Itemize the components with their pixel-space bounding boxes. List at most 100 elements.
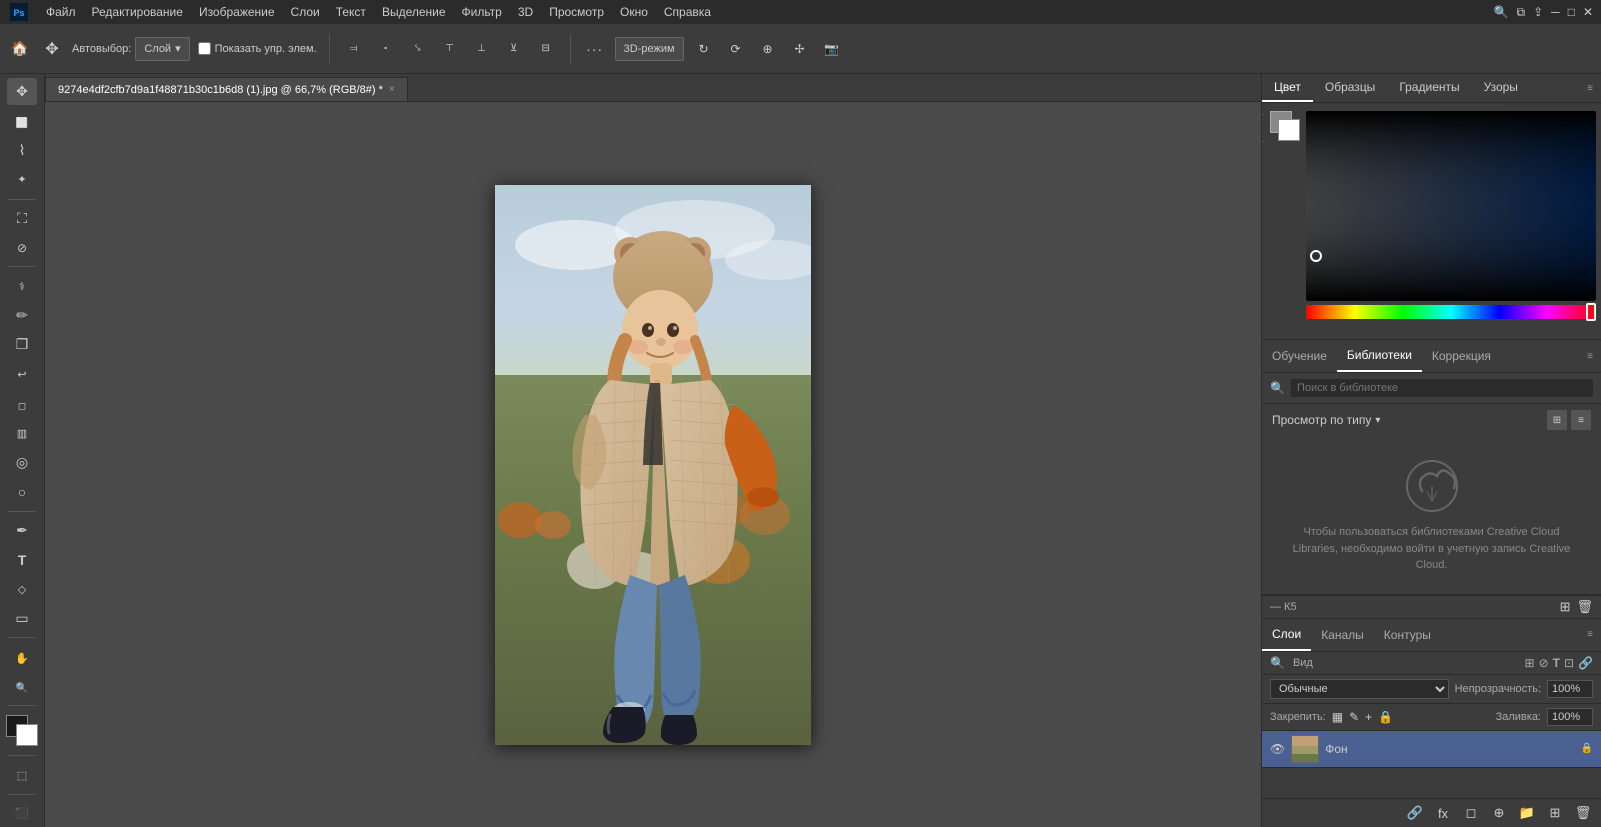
camera-icon[interactable]: 📷: [820, 37, 844, 61]
share-icon[interactable]: ⇪: [1533, 5, 1543, 20]
rotate-icon[interactable]: ↻: [692, 37, 716, 61]
tab-close-btn[interactable]: ×: [389, 84, 395, 95]
color-panel-menu[interactable]: ≡: [1579, 79, 1601, 98]
layer-select-dropdown[interactable]: Слой ▾: [135, 37, 189, 61]
more-options-icon[interactable]: ···: [583, 37, 607, 61]
marquee-tool[interactable]: [7, 107, 37, 134]
arrows-icon[interactable]: ✢: [788, 37, 812, 61]
home-icon[interactable]: 🏠: [8, 37, 32, 61]
lock-all-icon[interactable]: 🔒: [1378, 710, 1393, 724]
list-view-btn[interactable]: ≡: [1571, 410, 1591, 430]
delete-layer-btn[interactable]: 🗑: [1573, 803, 1593, 823]
hue-strip[interactable]: [1306, 305, 1596, 319]
layers-tab[interactable]: Слои: [1262, 619, 1311, 651]
menu-edit[interactable]: Редактирование: [92, 5, 183, 19]
new-group-btn[interactable]: 📁: [1517, 803, 1537, 823]
layers-search-icon[interactable]: 🔍: [1270, 656, 1285, 670]
gradients-tab[interactable]: Градиенты: [1387, 74, 1471, 102]
fill-input[interactable]: [1547, 708, 1593, 726]
menu-3d[interactable]: 3D: [518, 5, 533, 19]
hand-tool[interactable]: [7, 643, 37, 670]
lock-position-icon[interactable]: ✎: [1349, 710, 1359, 724]
healing-brush-tool[interactable]: ⚕: [7, 272, 37, 299]
channels-tab[interactable]: Каналы: [1311, 620, 1374, 650]
link-layers-btn[interactable]: 🔗: [1405, 803, 1425, 823]
text-tool[interactable]: [7, 546, 37, 573]
layer-row-background[interactable]: 👁 Фон 🔒: [1262, 731, 1601, 768]
pen-tool[interactable]: [7, 517, 37, 544]
window-icon[interactable]: ⧉: [1517, 5, 1526, 20]
3d-mode-btn[interactable]: 3D-режим: [615, 37, 684, 61]
search-icon[interactable]: 🔍: [1494, 5, 1509, 20]
new-layer-btn[interactable]: ⊞: [1545, 803, 1565, 823]
delete-layer-icon[interactable]: 🗑: [1576, 599, 1593, 615]
layer-icon-1[interactable]: ⊞: [1525, 656, 1535, 670]
menu-text[interactable]: Текст: [336, 5, 366, 19]
menu-view[interactable]: Просмотр: [549, 5, 604, 19]
document-tab[interactable]: 9274e4df2cfb7d9a1f48871b30c1b6d8 (1).jpg…: [45, 77, 408, 101]
eyedropper-tool[interactable]: ⊘: [7, 234, 37, 261]
layer-icon-4[interactable]: ⊡: [1564, 656, 1574, 670]
screen-mode-icon[interactable]: ⬛: [7, 800, 37, 827]
layer-mode-select[interactable]: Обычные: [1270, 679, 1449, 699]
move-tool[interactable]: [7, 78, 37, 105]
align-center-h-icon[interactable]: ⬝: [374, 37, 398, 61]
history-brush-tool[interactable]: ↩: [7, 361, 37, 388]
crop-tool[interactable]: [7, 205, 37, 232]
menu-window[interactable]: Окно: [620, 5, 648, 19]
color-fg-bg[interactable]: [1270, 111, 1300, 141]
crosshair-icon[interactable]: ⊕: [756, 37, 780, 61]
loop-icon[interactable]: ⟳: [724, 37, 748, 61]
align-left-icon[interactable]: ⫤: [342, 37, 366, 61]
color-swatches[interactable]: [6, 715, 38, 746]
paths-tab[interactable]: Контуры: [1374, 620, 1441, 650]
dodge-tool[interactable]: [7, 478, 37, 505]
corrections-tab[interactable]: Коррекция: [1422, 341, 1501, 371]
patterns-tab[interactable]: Узоры: [1472, 74, 1530, 102]
lib-panel-menu[interactable]: ≡: [1579, 347, 1601, 366]
panel-collapse-btn[interactable]: ◀: [1261, 114, 1264, 142]
align-bottom-icon[interactable]: ⊻: [502, 37, 526, 61]
menu-layers[interactable]: Слои: [291, 5, 320, 19]
gradient-tool[interactable]: ▥: [7, 419, 37, 446]
layer-icon-3[interactable]: T: [1553, 656, 1560, 670]
layer-icon-5[interactable]: 🔗: [1578, 656, 1593, 670]
canvas-viewport[interactable]: [45, 102, 1261, 827]
color-spectrum[interactable]: [1306, 111, 1596, 301]
lock-artboard-icon[interactable]: +: [1365, 710, 1372, 724]
menu-image[interactable]: Изображение: [199, 5, 275, 19]
view-by-type-chevron[interactable]: ▾: [1375, 415, 1380, 426]
spectrum-cursor[interactable]: [1310, 250, 1322, 262]
path-selection-tool[interactable]: ◇: [7, 575, 37, 602]
color-spectrum-area[interactable]: [1306, 111, 1596, 325]
distribute-icon[interactable]: ⊟: [534, 37, 558, 61]
add-style-btn[interactable]: fx: [1433, 803, 1453, 823]
align-right-icon[interactable]: ⤥: [406, 37, 430, 61]
new-adjustment-btn[interactable]: ⊕: [1489, 803, 1509, 823]
libraries-tab[interactable]: Библиотеки: [1337, 340, 1422, 372]
move-tool-icon[interactable]: ✥: [40, 37, 64, 61]
lib-search-input[interactable]: [1291, 379, 1593, 397]
maximize-btn[interactable]: □: [1568, 5, 1575, 20]
menu-help[interactable]: Справка: [664, 5, 711, 19]
shape-tool[interactable]: [7, 605, 37, 632]
eraser-tool[interactable]: [7, 390, 37, 417]
background-color[interactable]: [16, 724, 38, 746]
minimize-btn[interactable]: ─: [1551, 5, 1560, 20]
bg-color-swatch[interactable]: [1278, 119, 1300, 141]
close-btn[interactable]: ✕: [1583, 5, 1593, 20]
grid-view-btn[interactable]: ⊞: [1547, 410, 1567, 430]
new-layer-icon[interactable]: ⊞: [1560, 599, 1571, 615]
magic-wand-tool[interactable]: ✦: [7, 166, 37, 193]
align-top-icon[interactable]: ⊤: [438, 37, 462, 61]
menu-select[interactable]: Выделение: [382, 5, 446, 19]
menu-filter[interactable]: Фильтр: [462, 5, 502, 19]
layer-icon-2[interactable]: ⊘: [1539, 656, 1549, 670]
color-tab[interactable]: Цвет: [1262, 74, 1313, 102]
swatches-tab[interactable]: Образцы: [1313, 74, 1387, 102]
layers-panel-menu[interactable]: ≡: [1579, 625, 1601, 644]
hue-cursor[interactable]: [1586, 303, 1596, 321]
opacity-input[interactable]: [1547, 680, 1593, 698]
learning-tab[interactable]: Обучение: [1262, 341, 1337, 371]
lock-pixel-icon[interactable]: ▦: [1332, 710, 1343, 724]
